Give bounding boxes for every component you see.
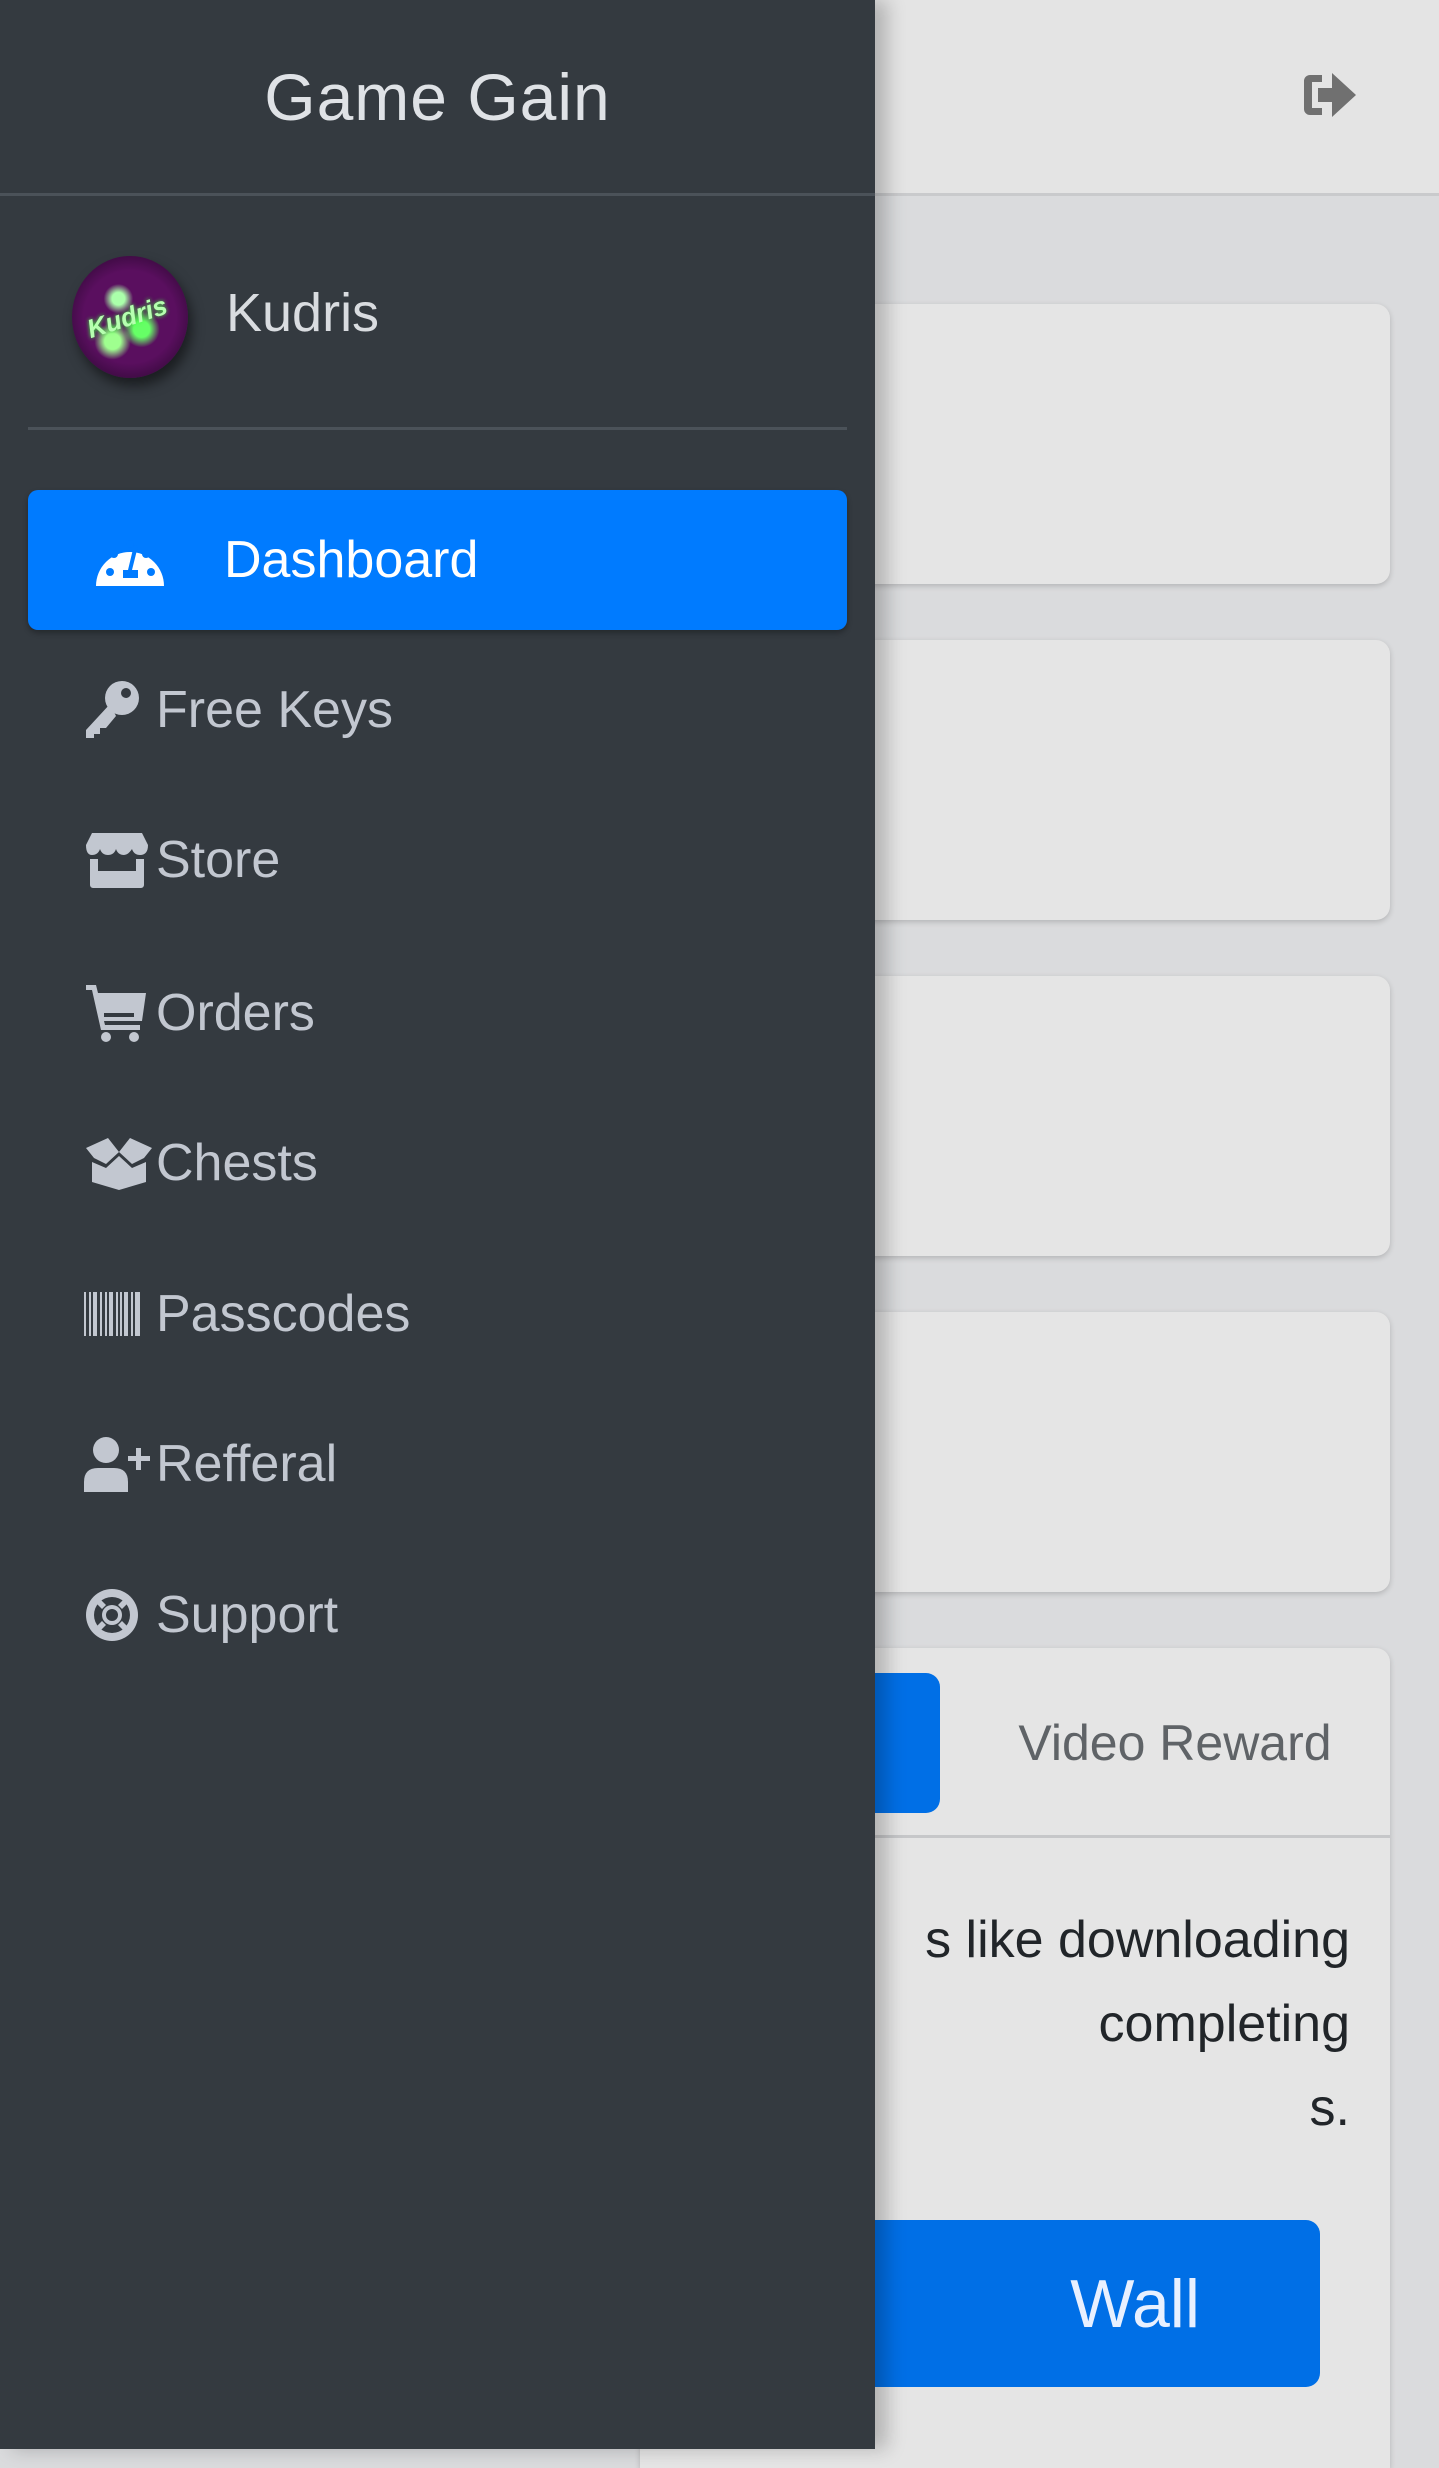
- sidebar-item-label: Passcodes: [156, 1285, 411, 1343]
- sidebar-item-chests[interactable]: Chests: [28, 1093, 847, 1233]
- key-icon: [84, 678, 156, 742]
- logout-button[interactable]: [1296, 60, 1364, 130]
- box-open-icon: [84, 1131, 156, 1195]
- sidebar-item-support[interactable]: Support: [28, 1545, 847, 1685]
- avatar[interactable]: Kudris: [72, 256, 188, 378]
- sidebar-item-label: Store: [156, 831, 281, 889]
- sidebar-item-store[interactable]: Store: [28, 790, 847, 930]
- life-ring-icon: [84, 1583, 156, 1647]
- tachometer-icon: [94, 528, 224, 592]
- sidebar-item-label: Orders: [156, 984, 315, 1042]
- sidebar-item-label: Dashboard: [224, 531, 479, 589]
- sidebar-item-refferal[interactable]: Refferal: [28, 1394, 847, 1534]
- sidebar: Game Gain Kudris Kudris Dashboard Free K…: [0, 0, 875, 2449]
- sidebar-item-label: Free Keys: [156, 681, 393, 739]
- shopping-cart-icon: [84, 981, 156, 1045]
- sidebar-item-orders[interactable]: Orders: [28, 943, 847, 1083]
- sidebar-item-label: Support: [156, 1586, 339, 1644]
- user-plus-icon: [84, 1432, 156, 1496]
- sign-out-icon: [1300, 69, 1360, 121]
- sidebar-item-passcodes[interactable]: Passcodes: [28, 1244, 847, 1384]
- user-panel: Kudris Kudris: [28, 236, 847, 430]
- store-icon: [84, 828, 156, 892]
- sidebar-item-label: Refferal: [156, 1435, 338, 1493]
- avatar-text: Kudris: [83, 290, 171, 345]
- tab-video-reward[interactable]: Video Reward: [980, 1673, 1370, 1813]
- brand-title[interactable]: Game Gain: [0, 0, 875, 196]
- barcode-icon: [84, 1282, 156, 1346]
- sidebar-item-dashboard[interactable]: Dashboard: [28, 490, 847, 630]
- username[interactable]: Kudris: [226, 276, 379, 350]
- sidebar-item-free-keys[interactable]: Free Keys: [28, 640, 847, 780]
- sidebar-item-label: Chests: [156, 1134, 318, 1192]
